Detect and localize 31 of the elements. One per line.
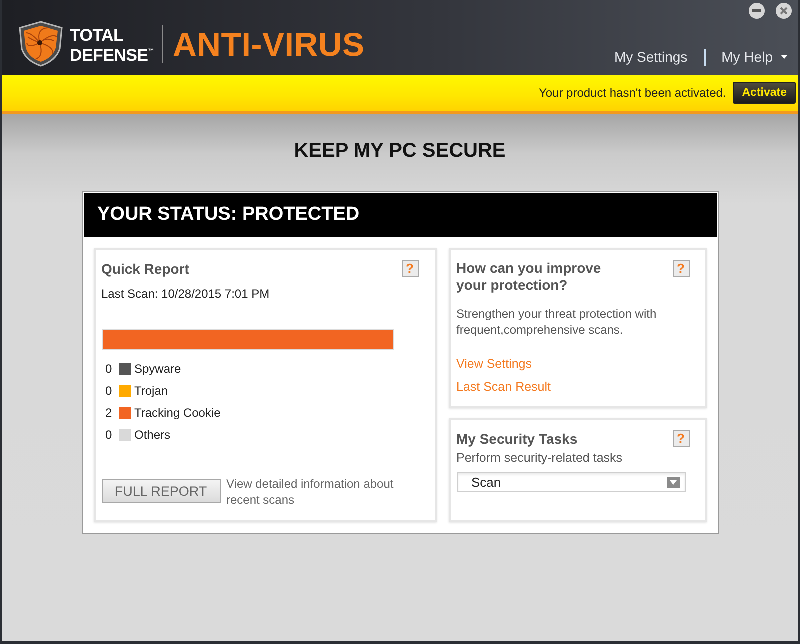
help-menu[interactable]: My Help — [722, 48, 788, 66]
legend-count: 0 — [104, 362, 114, 376]
panel-title: Quick Report — [102, 260, 190, 278]
minimize-icon[interactable] — [749, 3, 765, 19]
activate-button[interactable]: Activate — [733, 82, 796, 104]
settings-link[interactable]: My Settings — [614, 48, 688, 66]
panel-description: Strengthen your threat protection with frequent,comprehensive scans. — [456, 306, 658, 338]
task-select[interactable]: Scan — [456, 472, 686, 492]
close-icon[interactable] — [776, 3, 792, 19]
activation-message: Your product hasn't been activated. — [538, 86, 726, 100]
shield-icon — [18, 21, 64, 67]
legend-count: 0 — [104, 428, 114, 442]
legend-label: Tracking Cookie — [134, 406, 221, 420]
panel-subtitle: Perform security-related tasks — [456, 450, 624, 466]
panel-link[interactable]: Last Scan Result — [456, 378, 551, 396]
legend-label: Others — [134, 428, 171, 442]
report-note: View detailed information about recent scans — [226, 476, 395, 508]
product-name: ANTI-VIRUS — [173, 28, 365, 62]
last-scan-text: Last Scan: 10/28/2015 7:01 PM — [102, 286, 271, 302]
legend-count: 0 — [104, 384, 114, 398]
panel-title: How can you improve your protection? — [456, 260, 602, 294]
legend-label: Trojan — [134, 384, 168, 398]
legend-label: Spyware — [134, 362, 182, 376]
panel-link[interactable]: View Settings — [456, 355, 532, 373]
legend-count: 2 — [104, 406, 114, 420]
panel-title: My Security Tasks — [456, 430, 578, 448]
status-title: YOUR STATUS: PROTECTED — [98, 204, 360, 226]
full-report-button[interactable]: FULL REPORT — [102, 479, 220, 503]
caret-icon — [781, 55, 788, 59]
brand-name: TOTAL DEFENSE$^{™}$ — [70, 27, 155, 64]
page-title: KEEP MY PC SECURE — [294, 139, 506, 163]
